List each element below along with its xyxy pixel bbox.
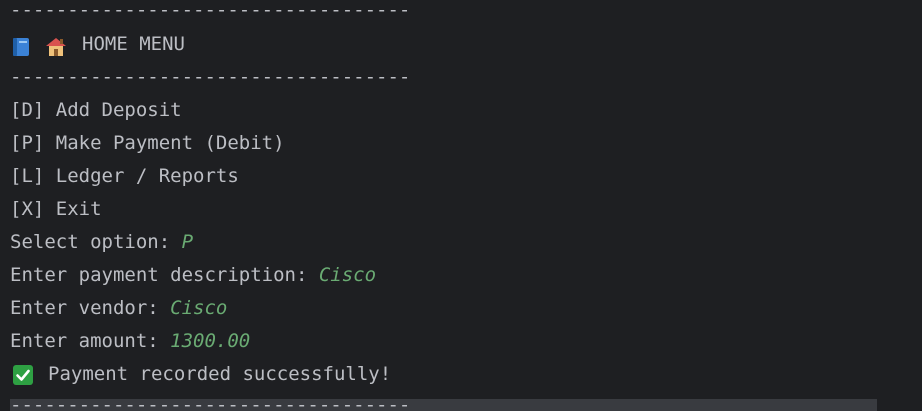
run-console-output[interactable]: ----------------------------------- HOME… bbox=[0, 0, 922, 411]
menu-option-ledger: [L] Ledger / Reports bbox=[10, 160, 239, 193]
user-input-value: P bbox=[181, 231, 194, 253]
menu-title: HOME MENU bbox=[82, 33, 185, 55]
separator-top: ----------------------------------- bbox=[10, 0, 411, 21]
prompt-label: Enter amount: bbox=[10, 330, 171, 352]
prompt-label: Enter vendor: bbox=[10, 297, 171, 319]
user-input-value: 1300.00 bbox=[170, 330, 251, 352]
menu-option-key: [X] bbox=[10, 198, 45, 220]
menu-option-exit: [X] Exit bbox=[10, 193, 102, 226]
prompt-label: Select option: bbox=[10, 231, 182, 253]
menu-option-key: [L] bbox=[10, 165, 45, 187]
separator-middle: ----------------------------------- bbox=[10, 66, 411, 88]
user-input-value: Cisco bbox=[318, 264, 377, 286]
prompt-amount: Enter amount: 1300.00 bbox=[10, 325, 250, 358]
prompt-payment-description: Enter payment description: Cisco bbox=[10, 259, 376, 292]
menu-option-label: Make Payment (Debit) bbox=[55, 132, 285, 154]
menu-title-line: HOME MENU bbox=[10, 28, 185, 61]
check-icon bbox=[13, 363, 33, 385]
menu-option-deposit: [D] Add Deposit bbox=[10, 94, 182, 127]
menu-option-label: Add Deposit bbox=[55, 99, 182, 121]
user-input-value: Cisco bbox=[170, 297, 228, 319]
status-message-line: Payment recorded successfully! bbox=[10, 358, 391, 391]
menu-option-payment: [P] Make Payment (Debit) bbox=[10, 127, 285, 160]
house-icon bbox=[46, 34, 66, 56]
prompt-label: Enter payment description: bbox=[10, 264, 319, 286]
menu-option-label: Ledger / Reports bbox=[55, 165, 239, 187]
status-message: Payment recorded successfully! bbox=[48, 363, 392, 385]
menu-option-key: [P] bbox=[10, 132, 45, 154]
book-icon bbox=[13, 34, 29, 56]
menu-option-key: [D] bbox=[10, 99, 45, 121]
current-line-highlight: ----------------------------------- bbox=[10, 394, 877, 411]
prompt-vendor: Enter vendor: Cisco bbox=[10, 292, 227, 325]
separator-bottom: ----------------------------------- bbox=[10, 394, 411, 411]
prompt-select-option: Select option: P bbox=[10, 226, 193, 259]
menu-option-label: Exit bbox=[55, 198, 102, 220]
